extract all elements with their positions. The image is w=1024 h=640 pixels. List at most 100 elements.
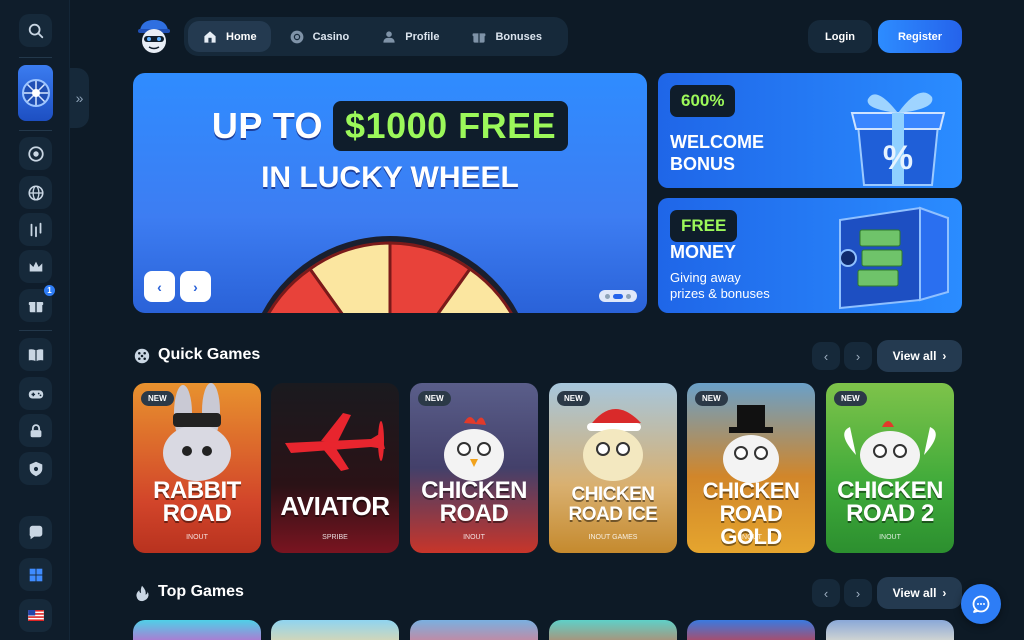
nav-bonuses[interactable]: Bonuses (457, 21, 555, 52)
chevron-left-icon: ‹ (157, 278, 162, 295)
site-logo[interactable] (134, 16, 174, 56)
rabbit-illustration (163, 383, 231, 481)
sidebar-item-vip[interactable] (19, 250, 52, 283)
sidebar-item-security[interactable] (19, 414, 52, 447)
hero-prev-button[interactable]: ‹ (144, 271, 175, 302)
top-games-prev-button[interactable]: ‹ (812, 579, 840, 607)
game-card-aviator[interactable]: AVIATOR SPRIBE (271, 383, 399, 553)
wheel-icon (21, 79, 50, 107)
game-provider: INOUT GAMES (588, 534, 638, 541)
top-games-next-button[interactable]: › (844, 579, 872, 607)
quick-games-title: Quick Games (158, 346, 261, 363)
quick-games-prev-button[interactable]: ‹ (812, 342, 840, 370)
register-button[interactable]: Register (878, 20, 962, 53)
new-badge: NEW (695, 391, 728, 406)
chat-icon (29, 525, 42, 539)
sidebar-item-windows-app[interactable] (19, 558, 52, 591)
nav-home[interactable]: Home (188, 21, 271, 52)
chevron-right-icon: › (855, 585, 861, 601)
crown-icon (29, 261, 42, 271)
sidebar-item-trading[interactable] (19, 213, 52, 246)
sidebar-item-support[interactable] (19, 516, 52, 549)
hero-headline-amount: $1000 FREE (333, 101, 569, 151)
bonus-count-badge: 1 (44, 285, 55, 296)
game-provider: INOUT (463, 534, 485, 541)
game-card-rabbit-road[interactable]: NEW RABBIT ROAD INOUT (133, 383, 261, 553)
game-card-chicken-road[interactable]: NEW CHICKEN ROAD INOUT (410, 383, 538, 553)
hero-next-button[interactable]: › (180, 271, 211, 302)
sidebar-expand-button[interactable]: » (70, 68, 89, 128)
login-button[interactable]: Login (808, 20, 872, 53)
nav-profile-label: Profile (405, 30, 440, 43)
sidebar-item-casino[interactable] (19, 137, 52, 170)
carousel-dot[interactable] (626, 293, 631, 299)
carousel-dot-active[interactable] (613, 293, 623, 299)
promo-free-money[interactable]: FREE MONEY Giving away prizes & bonuses (658, 198, 962, 313)
nav-profile[interactable]: Profile (367, 21, 453, 52)
game-name-line2: ROAD (439, 500, 509, 527)
home-icon (204, 30, 216, 43)
carousel-dots[interactable] (599, 290, 637, 302)
windows-icon (29, 568, 42, 581)
chevron-left-icon: ‹ (823, 348, 829, 364)
main-nav: Home Casino Profile Bonuses (184, 17, 568, 56)
lock-icon (30, 423, 41, 437)
game-name-line2: ROAD 2 (846, 500, 934, 527)
new-badge: NEW (557, 391, 590, 406)
quick-games-next-button[interactable]: › (844, 342, 872, 370)
promo-tag: 600% (670, 85, 736, 117)
new-badge: NEW (418, 391, 451, 406)
dice-icon (134, 348, 150, 364)
top-game-card[interactable] (549, 620, 677, 640)
globe-icon (27, 184, 44, 201)
gift-box-illustration: % (850, 92, 946, 186)
sidebar-item-responsible[interactable] (19, 452, 52, 485)
top-game-card[interactable] (687, 620, 815, 640)
top-game-card[interactable] (271, 620, 399, 640)
game-name: CHICKEN ROAD ICE (549, 485, 677, 525)
game-name-line2: ROAD GOLD (719, 501, 783, 549)
game-name: RABBIT ROAD (133, 477, 261, 527)
promo-title-line1: WELCOME (670, 132, 764, 152)
hero-headline-prefix: UP TO (211, 105, 324, 146)
safe-illustration (839, 206, 949, 310)
game-card-chicken-road-gold[interactable]: NEW CHICKEN ROAD GOLD INOUT (687, 383, 815, 553)
new-badge: NEW (141, 391, 174, 406)
promo-tag: FREE (670, 210, 738, 242)
carousel-dot[interactable] (605, 293, 610, 299)
promo-welcome-bonus[interactable]: % 600% WELCOME BONUS (658, 73, 962, 188)
live-chat-button[interactable] (961, 584, 1001, 624)
sidebar-item-bonuses[interactable]: 1 (19, 285, 55, 322)
search-button[interactable] (19, 14, 52, 47)
game-name-line1: RABBIT (153, 477, 241, 504)
sidebar-item-games[interactable] (19, 377, 52, 410)
game-name-line1: CHICKEN (571, 484, 655, 505)
game-card-chicken-road-ice[interactable]: NEW CHICKEN ROAD ICE INOUT GAMES (549, 383, 677, 553)
lucky-wheel-shortcut[interactable] (18, 65, 53, 121)
gamepad-icon (28, 389, 43, 398)
top-game-card[interactable] (410, 620, 538, 640)
user-icon (383, 30, 395, 43)
nav-casino[interactable]: Casino (275, 21, 364, 52)
game-name-line2: ROAD (162, 500, 232, 527)
game-provider: INOUT (740, 534, 762, 541)
sidebar-divider (19, 57, 52, 58)
game-provider: INOUT (879, 534, 901, 541)
top-game-card[interactable] (826, 620, 954, 640)
sidebar-item-rules[interactable] (19, 338, 52, 371)
top-games-view-all[interactable]: View all › (877, 577, 962, 609)
chicken-flying-illustration (844, 421, 936, 479)
chip-icon (290, 30, 303, 43)
top-game-card[interactable] (133, 620, 261, 640)
game-name-line1: CHICKEN (702, 478, 800, 503)
promo-title: MONEY (670, 242, 737, 262)
plane-illustration (285, 413, 385, 471)
sidebar-item-language[interactable] (19, 599, 52, 632)
chat-bubble-icon (972, 595, 990, 613)
hero-banner[interactable]: UP TO $1000 FREE IN LUCKY WHEEL ‹ › (133, 73, 647, 313)
promo-subtitle-line1: Giving away (670, 270, 741, 285)
game-card-chicken-road-2[interactable]: NEW CHICKEN ROAD 2 INOUT (826, 383, 954, 553)
quick-games-view-all[interactable]: View all › (877, 340, 962, 372)
search-icon (28, 23, 43, 38)
sidebar-item-sports[interactable] (19, 176, 52, 209)
